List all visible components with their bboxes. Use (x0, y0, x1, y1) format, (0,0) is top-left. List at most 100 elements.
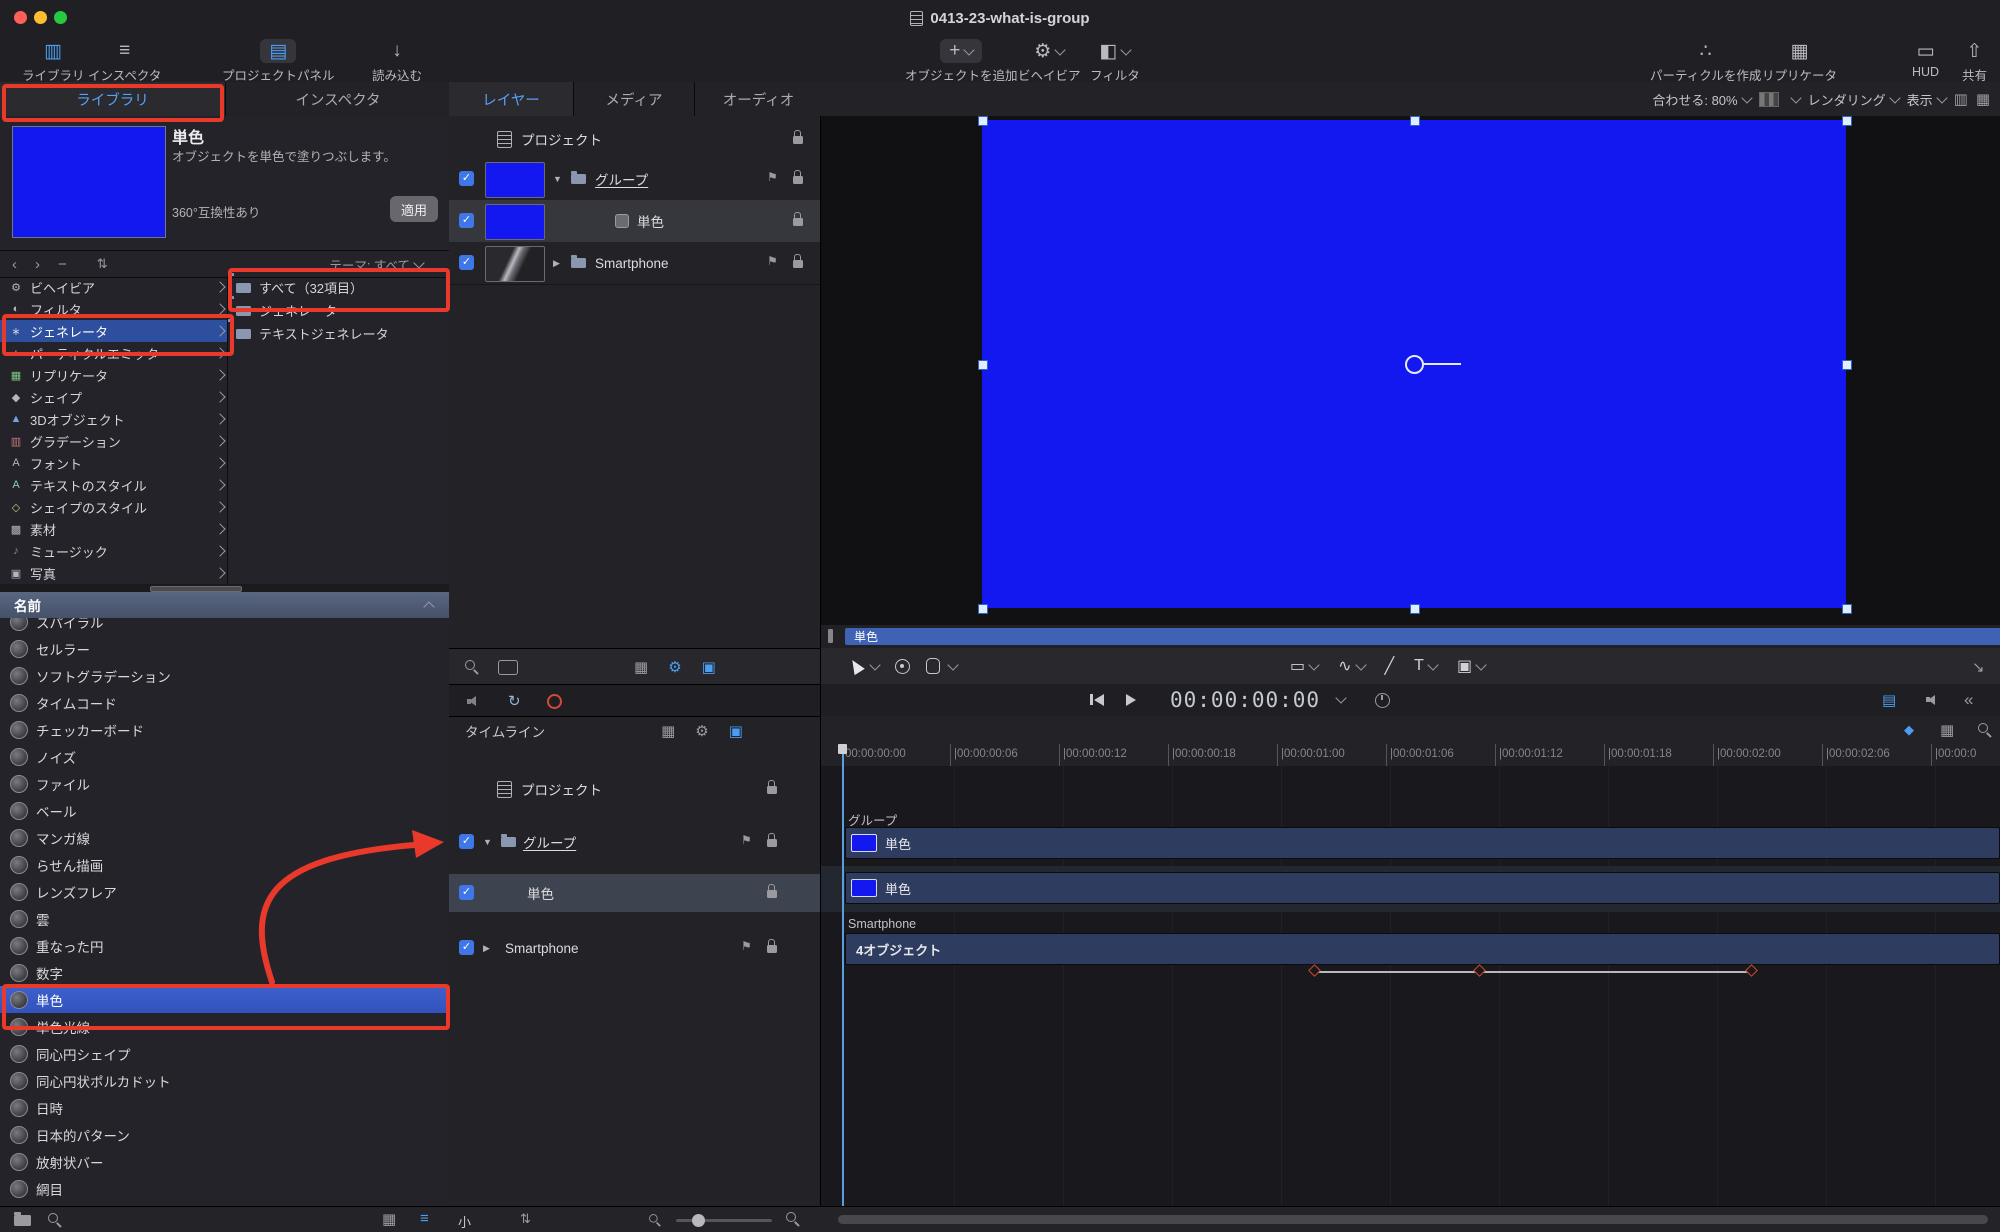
lock-icon[interactable] (793, 176, 803, 184)
playhead[interactable] (842, 744, 844, 1206)
generator-item-row[interactable]: 雲 (0, 905, 449, 932)
subfolder-row[interactable]: テキストジェネレータ (228, 322, 450, 345)
checker-icon[interactable]: ▦ (661, 722, 675, 740)
search-icon[interactable] (465, 660, 480, 675)
library-toolbar-button[interactable]: ▥ ライブラリ (22, 39, 85, 84)
keyframe-diamond[interactable] (1473, 964, 1486, 977)
remove-icon[interactable]: − (58, 256, 67, 273)
mini-playhead-marker[interactable] (828, 629, 833, 643)
filters-toolbar-button[interactable]: ◧ フィルタ (1090, 39, 1140, 84)
rewind-icon[interactable]: « (1964, 690, 1973, 710)
flag-icon[interactable]: ⚑ (741, 939, 752, 953)
category-row[interactable]: ▣写真 (0, 562, 227, 584)
category-row[interactable]: Aフォント (0, 452, 227, 474)
category-row[interactable]: ⚙ビヘイビア (0, 276, 227, 298)
category-row[interactable]: ▥グラデーション (0, 430, 227, 452)
flag-icon[interactable]: ⚑ (767, 254, 778, 268)
generator-item-row[interactable]: 数字 (0, 959, 449, 986)
category-row[interactable]: Aテキストのスタイル (0, 474, 227, 496)
category-row[interactable]: ◐フィルタ (0, 298, 227, 320)
timeline-left-row[interactable]: プロジェクト (449, 772, 820, 806)
layers-project-row[interactable]: プロジェクト (449, 122, 820, 156)
show-audio-icon[interactable]: ▤ (1882, 691, 1896, 709)
bezier-tool-button[interactable]: ∿ (1338, 656, 1364, 676)
pan-tool-button[interactable] (926, 658, 957, 674)
disclosure-triangle[interactable]: ▶ (553, 258, 560, 269)
keyframe-diamond[interactable] (1746, 964, 1759, 977)
name-column-header[interactable]: 名前 (0, 592, 449, 618)
zoom-slider-knob[interactable] (692, 1214, 705, 1227)
forward-icon[interactable]: › (35, 256, 40, 273)
generator-item-row[interactable]: セルラー (0, 635, 449, 662)
timecode-display[interactable]: 00:00:00:00 (1170, 688, 1320, 712)
timing-gauge-icon[interactable] (1375, 693, 1390, 708)
search-icon[interactable] (48, 1213, 63, 1228)
track-height-icon[interactable]: ▦ (1940, 721, 1954, 739)
loop-icon[interactable]: ↻ (508, 692, 521, 710)
inspector-toolbar-button[interactable]: ≡ インスペクタ (88, 39, 161, 84)
rendering-dropdown[interactable]: レンダリング (1808, 90, 1899, 109)
selection-handle[interactable] (1842, 360, 1852, 370)
import-toolbar-button[interactable]: ↓ 読み込む (372, 39, 422, 84)
gear-icon[interactable]: ⚙ (695, 722, 708, 740)
list-view-icon[interactable]: ≡ (420, 1210, 429, 1227)
checkbox[interactable] (459, 834, 474, 849)
lock-icon[interactable] (767, 890, 777, 898)
generator-item-row[interactable]: 放射状バー (0, 1148, 449, 1175)
layer-row[interactable]: ▼グループ⚑ (449, 158, 820, 201)
generator-item-row[interactable]: ノイズ (0, 743, 449, 770)
layers-icon[interactable]: ▣ (729, 722, 743, 740)
timeline-left-row[interactable]: 単色 (449, 874, 820, 912)
track-bar[interactable]: 4オブジェクト (845, 933, 2000, 965)
category-row[interactable]: ∴パーティクルエミッタ (0, 342, 227, 364)
checkbox[interactable] (459, 885, 474, 900)
category-scrollbar[interactable] (0, 584, 449, 592)
generator-item-row[interactable]: 重なった円 (0, 932, 449, 959)
select-tool-button[interactable] (850, 659, 879, 673)
lock-icon[interactable] (767, 945, 777, 953)
zoom-fit-dropdown[interactable]: 合わせる: 80% (1652, 90, 1750, 109)
mute-icon[interactable] (467, 695, 482, 708)
selection-handle[interactable] (978, 360, 988, 370)
apply-button[interactable]: 適用 (390, 196, 438, 222)
subfolder-row[interactable]: ジェネレータ (228, 299, 450, 322)
zoom-in-icon[interactable] (786, 1212, 801, 1227)
generator-item-row[interactable]: マンガ線 (0, 824, 449, 851)
text-tool-button[interactable]: T (1414, 657, 1437, 675)
gear-icon[interactable]: ⚙ (668, 658, 681, 676)
tab-inspector[interactable]: インスペクタ (226, 82, 451, 116)
timeline-ruler[interactable]: 00:00:00:00|00:00:00:06|00:00:00:12|00:0… (820, 744, 2000, 767)
mask-tool-button[interactable]: ▣ (1457, 656, 1485, 676)
timeline-horizontal-scrollbar[interactable] (838, 1215, 1988, 1224)
lock-icon[interactable] (767, 839, 777, 847)
grid-view-icon[interactable]: ▦ (382, 1210, 396, 1228)
lock-icon[interactable] (767, 786, 777, 794)
generator-item-row[interactable]: 網目 (0, 1175, 449, 1202)
theme-filter-dropdown[interactable]: テーマ: すべて (329, 255, 423, 274)
checkbox[interactable] (459, 171, 474, 186)
flag-icon[interactable]: ⚑ (767, 170, 778, 184)
record-icon[interactable] (547, 694, 562, 709)
tab-library[interactable]: ライブラリ (0, 82, 226, 116)
generator-item-row[interactable]: レンズフレア (0, 878, 449, 905)
selection-handle[interactable] (1410, 604, 1420, 614)
project-panel-toolbar-button[interactable]: ▤ プロジェクトパネル (222, 39, 335, 84)
share-toolbar-button[interactable]: ⇧ 共有 (1962, 39, 1987, 84)
rect-tool-button[interactable]: ▭ (1290, 656, 1318, 676)
generator-item-row[interactable]: 単色 (0, 986, 449, 1013)
lock-icon[interactable] (793, 260, 803, 268)
selection-handle[interactable] (1842, 604, 1852, 614)
replicator-toolbar-button[interactable]: ▦ リプリケータ (1762, 39, 1837, 84)
anchor-point-control[interactable] (1405, 355, 1424, 374)
lock-icon[interactable] (793, 218, 803, 226)
checkbox[interactable] (459, 940, 474, 955)
track-bar[interactable]: 単色 (845, 827, 2000, 859)
folder-icon[interactable] (14, 1215, 31, 1226)
timeline-left-row[interactable]: ▶Smartphone⚑ (449, 929, 820, 967)
channel-swatch-dropdown[interactable] (1759, 92, 1779, 107)
subfolder-row[interactable]: すべて（32項目） (228, 276, 450, 299)
tab-media[interactable]: メディア (574, 82, 695, 116)
category-row[interactable]: ◇シェイプのスタイル (0, 496, 227, 518)
category-row[interactable]: ∗ジェネレータ (0, 320, 227, 342)
add-object-toolbar-button[interactable]: + オブジェクトを追加 (905, 39, 1018, 84)
